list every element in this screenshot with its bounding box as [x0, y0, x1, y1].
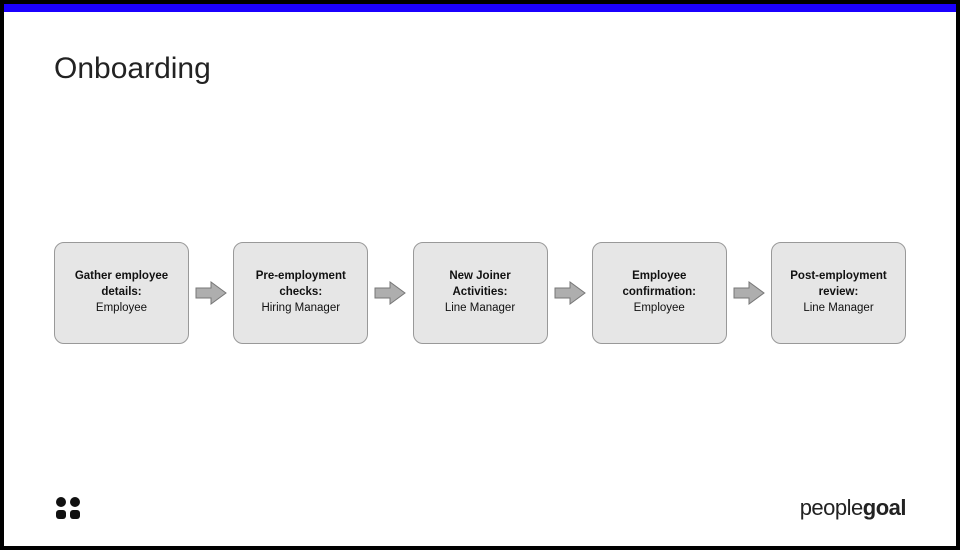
brand-prefix: people — [800, 495, 863, 520]
arrow-icon — [554, 279, 586, 307]
step-role: Line Manager — [445, 301, 515, 317]
step-label: Gather employee details: — [63, 269, 180, 300]
step-box: Gather employee details: Employee — [54, 242, 189, 344]
step-box: New Joiner Activities: Line Manager — [413, 242, 548, 344]
arrow-icon — [374, 279, 406, 307]
step-role: Employee — [96, 301, 147, 317]
footer: peoplegoal — [54, 490, 906, 526]
step-box: Employee confirmation: Employee — [592, 242, 727, 344]
step-box: Pre-employment checks: Hiring Manager — [233, 242, 368, 344]
step-label: Pre-employment checks: — [242, 269, 359, 300]
flow-container: Gather employee details: Employee Pre-em… — [54, 96, 906, 490]
logo-mark-icon — [54, 496, 84, 520]
step-role: Employee — [634, 301, 685, 317]
arrow-icon — [195, 279, 227, 307]
step-role: Hiring Manager — [261, 301, 340, 317]
step-label: New Joiner Activities: — [422, 269, 539, 300]
accent-bar — [4, 4, 956, 12]
logo-wordmark: peoplegoal — [800, 495, 906, 521]
arrow-icon — [733, 279, 765, 307]
onboarding-flow: Gather employee details: Employee Pre-em… — [54, 242, 906, 344]
step-role: Line Manager — [803, 301, 873, 317]
page-title: Onboarding — [54, 52, 906, 86]
step-label: Employee confirmation: — [601, 269, 718, 300]
slide: Onboarding Gather employee details: Empl… — [4, 12, 956, 546]
brand-suffix: goal — [863, 495, 906, 520]
frame: Onboarding Gather employee details: Empl… — [0, 0, 960, 550]
step-box: Post-employment review: Line Manager — [771, 242, 906, 344]
step-label: Post-employment review: — [780, 269, 897, 300]
